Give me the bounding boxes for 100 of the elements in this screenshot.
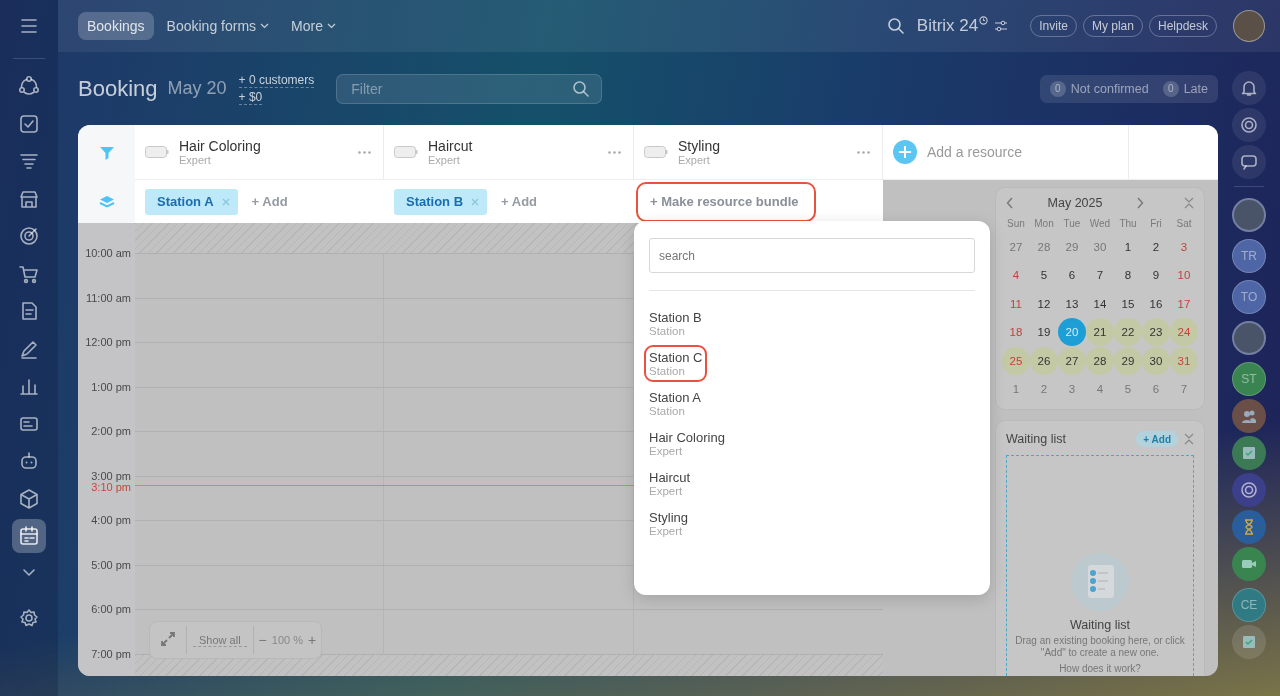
calendar-day[interactable]: 7	[1170, 375, 1198, 403]
calendar-day[interactable]: 3	[1170, 232, 1198, 261]
calendar-day[interactable]: 24	[1170, 318, 1198, 346]
checkbox-button[interactable]	[1232, 625, 1266, 659]
network-icon	[18, 75, 40, 97]
target-icon	[18, 225, 40, 247]
calendar-day[interactable]: 29	[1058, 232, 1086, 261]
calendar-day[interactable]: 17	[1170, 289, 1198, 318]
add-button[interactable]: + Add	[247, 190, 292, 213]
calendar-day[interactable]: 28	[1030, 232, 1058, 261]
calendar-day[interactable]: 11	[1002, 289, 1030, 318]
calendar-button[interactable]	[12, 519, 46, 553]
calendar-day[interactable]: 22	[1114, 318, 1142, 346]
more-icon[interactable]	[358, 150, 371, 154]
counter-label[interactable]: Late	[1183, 81, 1208, 96]
time-label: 1:00 pm	[91, 380, 131, 393]
calendar-day[interactable]: 12	[1030, 289, 1058, 318]
page-date: May 20	[167, 78, 227, 99]
resource-option[interactable]: Station C Station	[644, 345, 708, 382]
counter-label[interactable]: Not confirmed	[1070, 81, 1149, 96]
checklist-illustration-icon	[1070, 552, 1130, 612]
checkbox-button[interactable]	[1232, 436, 1266, 470]
resource-chip[interactable]: Station A	[145, 188, 238, 215]
contact-avatar[interactable]	[1232, 321, 1266, 355]
calendar-day[interactable]: 19	[1030, 318, 1058, 346]
chevron-right-icon[interactable]	[1136, 197, 1144, 209]
hourglass-button[interactable]	[1232, 510, 1266, 544]
calendar-day[interactable]: 29	[1114, 346, 1142, 375]
search-field[interactable]: search	[649, 238, 975, 273]
nav-tab[interactable]: Booking forms	[157, 12, 279, 40]
calendar-day[interactable]: 3	[1058, 375, 1086, 403]
calendar-day[interactable]: 10	[1170, 261, 1198, 289]
group-button[interactable]	[1232, 399, 1266, 433]
avatar[interactable]	[1233, 10, 1265, 42]
calendar-day[interactable]: 6	[1142, 375, 1170, 403]
expand-icon[interactable]	[160, 631, 176, 647]
more-icon[interactable]	[608, 150, 621, 154]
calendar-day[interactable]: 8	[1114, 261, 1142, 289]
resource-option[interactable]: Station B Station	[644, 305, 707, 342]
bell-button[interactable]	[1232, 71, 1266, 105]
resource-chip[interactable]: Station B	[394, 188, 488, 215]
add-button[interactable]: + Add	[497, 190, 542, 213]
calendar-day[interactable]: 4	[1002, 261, 1030, 289]
menu-icon[interactable]	[20, 17, 38, 35]
help-link[interactable]: How does it work?	[1059, 663, 1141, 674]
calendar-day[interactable]: 5	[1030, 261, 1058, 289]
search-icon[interactable]	[886, 17, 905, 35]
weekday-label: Thu	[1118, 217, 1138, 231]
nav-tab[interactable]: More	[282, 12, 345, 40]
customers-link[interactable]: + 0 customers	[238, 72, 315, 88]
resource-option[interactable]: Station A Station	[644, 385, 707, 422]
calendar-day[interactable]: 31	[1170, 346, 1198, 375]
calendar-day[interactable]: 18	[1002, 318, 1030, 346]
show-all-link[interactable]: Show all	[193, 633, 247, 647]
chevron-left-icon[interactable]	[1006, 197, 1014, 209]
video-camera-button[interactable]	[1232, 547, 1266, 581]
calendar-day[interactable]: 4	[1086, 375, 1114, 403]
calendar-day[interactable]: 14	[1086, 289, 1114, 318]
resource-option[interactable]: Styling Expert	[644, 505, 694, 542]
checkbox-icon	[18, 112, 40, 135]
calendar-day[interactable]: 2	[1142, 232, 1170, 261]
calendar-day[interactable]: 15	[1114, 289, 1142, 318]
calendar-day[interactable]: 13	[1058, 289, 1086, 318]
calendar-day[interactable]: 25	[1002, 346, 1030, 375]
calendar-day[interactable]: 9	[1142, 261, 1170, 289]
revenue-link[interactable]: + $0	[238, 89, 263, 105]
calendar-day[interactable]: 30	[1142, 346, 1170, 375]
zoom-in-button[interactable]: +	[302, 632, 322, 648]
calendar-day[interactable]: 6	[1058, 261, 1086, 289]
weekday-label: Wed	[1088, 217, 1112, 231]
contact-avatar[interactable]	[1232, 198, 1266, 232]
calendar-day[interactable]: 21	[1086, 318, 1114, 346]
calendar-day[interactable]: 2	[1030, 375, 1058, 403]
contact-avatar[interactable]: CE	[1232, 588, 1266, 622]
battery-icon	[145, 146, 169, 158]
contact-avatar[interactable]: TO	[1232, 280, 1266, 314]
settings-icon[interactable]	[19, 607, 39, 628]
calendar-day[interactable]: 26	[1030, 346, 1058, 375]
contact-avatar[interactable]: ST	[1232, 362, 1266, 396]
resource-option[interactable]: Haircut Expert	[644, 465, 696, 502]
calendar-day[interactable]: 1	[1002, 375, 1030, 403]
sliders-icon[interactable]	[994, 20, 1009, 32]
add-button[interactable]: + Add	[1136, 431, 1178, 447]
calendar-day[interactable]: 20	[1058, 318, 1086, 346]
calendar-day[interactable]: 30	[1086, 232, 1114, 261]
calendar-day[interactable]: 23	[1142, 318, 1170, 346]
more-icon[interactable]	[857, 150, 870, 154]
zoom-out-button[interactable]: −	[253, 632, 272, 648]
chat-button[interactable]	[1232, 145, 1266, 179]
calendar-day[interactable]: 27	[1058, 346, 1086, 375]
calendar-day[interactable]: 27	[1002, 232, 1030, 261]
calendar-day[interactable]: 16	[1142, 289, 1170, 318]
nav-tab[interactable]: Bookings	[78, 12, 154, 40]
calendar-day[interactable]: 1	[1114, 232, 1142, 261]
resource-option[interactable]: Hair Coloring Expert	[644, 425, 730, 462]
calendar-day[interactable]: 28	[1086, 346, 1114, 375]
calendar-day[interactable]: 5	[1114, 375, 1142, 403]
calendar-icon	[18, 525, 40, 547]
calendar-day[interactable]: 7	[1086, 261, 1114, 289]
contact-avatar[interactable]: TR	[1232, 239, 1266, 273]
